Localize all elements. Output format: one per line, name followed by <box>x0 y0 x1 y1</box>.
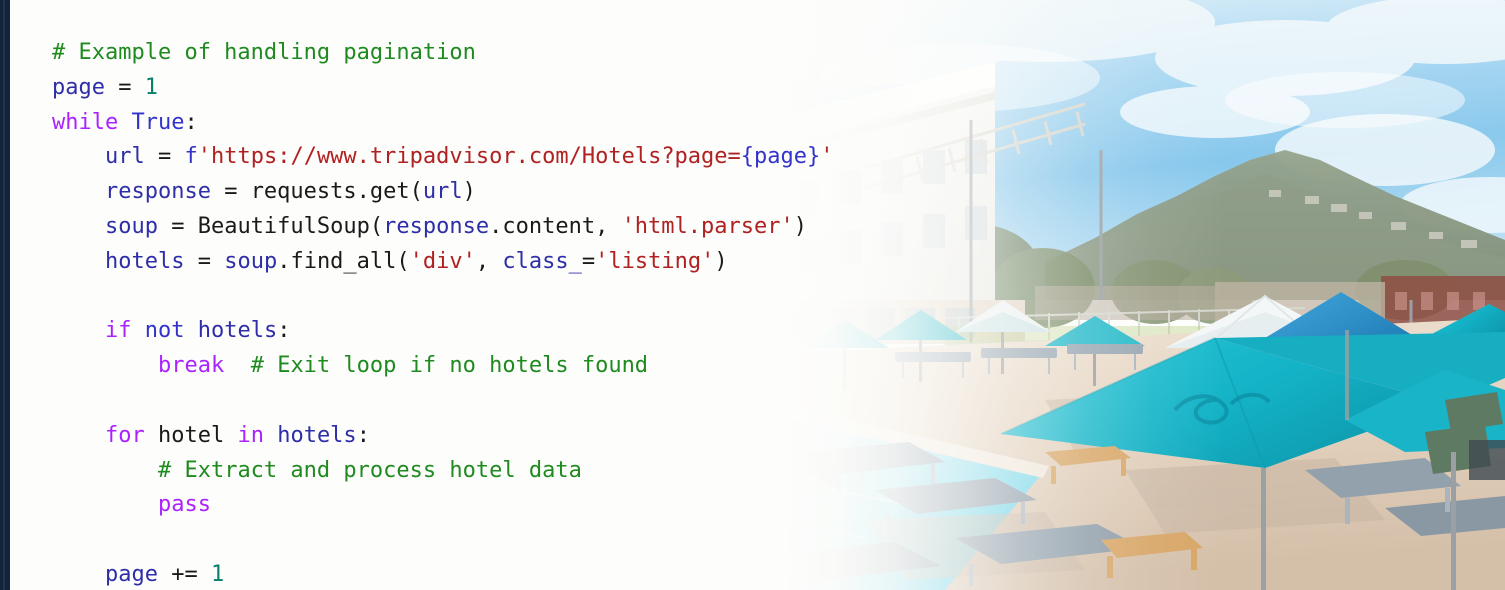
code-token-var: soup <box>104 213 158 239</box>
code-line: page += 1 <box>52 558 834 590</box>
code-token-pln <box>52 179 105 204</box>
code-token-bkw: True <box>131 109 185 135</box>
code-token-pln <box>118 110 131 135</box>
code-token-pln: .content, <box>489 213 622 239</box>
left-accent-bar <box>0 0 10 590</box>
code-token-pln <box>52 249 105 274</box>
code-token-str: 'div' <box>409 248 476 274</box>
code-token-pln: = <box>581 248 596 274</box>
hotel-pool-illustration <box>745 0 1505 590</box>
code-line: response = requests.get(url) <box>52 175 834 210</box>
code-token-pln: ) <box>462 179 476 205</box>
code-token-str: ' <box>820 144 834 170</box>
code-token-str: 'https://www.tripadvisor.com/Hotels?page… <box>197 144 741 170</box>
code-token-pln: += <box>157 561 211 587</box>
code-token-bkw: f <box>184 144 198 170</box>
code-token-str: 'html.parser' <box>621 213 794 239</box>
code-token-var: url <box>422 179 463 205</box>
code-token-com: # Extract and process hotel data <box>157 457 582 483</box>
code-line: url = f'https://www.tripadvisor.com/Hote… <box>52 140 834 175</box>
code-token-kw: while <box>52 109 119 135</box>
code-token-var: hotels <box>197 318 278 344</box>
code-token-var: response <box>383 213 490 239</box>
code-token-pln: ) <box>714 248 728 274</box>
code-line: # Example of handling pagination <box>52 36 834 71</box>
code-token-pln <box>224 353 251 378</box>
code-token-num: 1 <box>210 561 225 587</box>
code-token-pln: , <box>475 248 503 274</box>
code-token-var: url <box>104 144 145 170</box>
code-token-pln: ) <box>793 213 807 239</box>
code-token-pln <box>52 214 105 239</box>
code-token-pln: = <box>104 74 145 100</box>
code-token-pln <box>184 318 197 343</box>
code-line: break # Exit loop if no hotels found <box>52 349 834 384</box>
code-token-pln: = requests.get( <box>210 179 423 205</box>
code-token-pln: .find_all( <box>277 248 410 274</box>
code-line: pass <box>52 488 834 523</box>
code-token-kw: if <box>104 318 132 344</box>
code-token-var: hotels <box>277 422 357 448</box>
code-token-var: soup <box>224 248 278 274</box>
code-token-var: response <box>104 179 211 205</box>
code-token-pln <box>52 562 105 587</box>
code-line: # Extract and process hotel data <box>52 454 834 489</box>
code-line: soup = BeautifulSoup(response.content, '… <box>52 210 834 245</box>
code-token-pln: : <box>356 422 370 448</box>
code-token-pln <box>52 353 158 378</box>
accent-bar-highlight <box>3 0 5 590</box>
code-token-pln: = BeautifulSoup( <box>157 213 384 239</box>
hotel-pool-photo <box>745 0 1505 590</box>
code-token-pln <box>131 318 144 343</box>
code-token-com: # Example of handling pagination <box>52 40 476 65</box>
code-token-pln: : <box>277 318 291 344</box>
code-token-pln: = <box>184 248 225 274</box>
code-token-kw: break <box>157 353 225 379</box>
code-token-var: page <box>104 561 158 587</box>
code-token-kw: in <box>237 422 264 448</box>
code-token-var: class_ <box>502 248 582 274</box>
code-token-var: page <box>52 74 105 100</box>
code-token-str: 'listing' <box>595 248 715 274</box>
code-line: while True: <box>52 106 834 141</box>
code-token-pln: = <box>144 144 185 170</box>
code-token-pln: hotel <box>144 422 238 448</box>
code-token-com: # Exit loop if no hotels found <box>250 353 649 379</box>
code-token-bkw: not <box>144 318 185 344</box>
code-token-pln <box>52 492 158 517</box>
slide-canvas: # Example of handling pagination page = 1… <box>0 0 1505 590</box>
code-token-num: 1 <box>144 74 158 100</box>
code-token-pln <box>52 144 105 169</box>
code-token-pln <box>52 423 105 448</box>
code-token-pln <box>264 423 277 448</box>
code-line: if not hotels: <box>52 314 834 349</box>
code-token-kw: pass <box>157 492 211 518</box>
code-token-var: hotels <box>104 248 185 274</box>
code-token-kw: for <box>104 422 145 448</box>
code-token-pln <box>52 458 158 483</box>
code-token-fstr: {page} <box>740 144 821 170</box>
code-line: for hotel in hotels: <box>52 419 834 454</box>
code-line: hotels = soup.find_all('div', class_='li… <box>52 245 834 280</box>
code-token-pln: : <box>184 109 198 135</box>
code-line: page = 1 <box>52 71 834 106</box>
code-token-pln <box>52 318 105 343</box>
python-code-block: # Example of handling pagination page = 1… <box>52 36 834 590</box>
